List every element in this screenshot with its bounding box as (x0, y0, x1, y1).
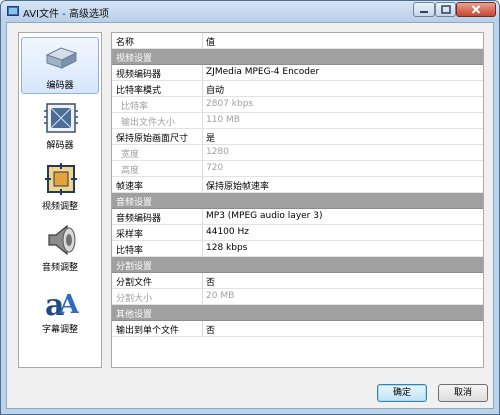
column-divider (202, 321, 203, 337)
sidebar-label-subtitle-adjust: 字幕调整 (41, 325, 78, 335)
category-label: 其他设置 (116, 310, 153, 320)
category-label: 分割设置 (116, 262, 153, 272)
column-divider (202, 81, 203, 97)
category-audio-settings[interactable]: 音频设置 (112, 193, 483, 209)
title-bar[interactable]: AVI文件 - 高级选项 (1, 1, 499, 22)
dialog-body: 编码器 解码器 视频调整 音频调整 a A 字幕调整 名称 值 视频设置 视频编… (6, 22, 494, 409)
property-row[interactable]: 视频编码器 ZJMedia MPEG-4 Encoder (112, 65, 483, 81)
property-value: 20 MB (206, 291, 235, 301)
category-sidebar: 编码器 解码器 视频调整 音频调整 a A 字幕调整 (18, 32, 102, 368)
minimize-icon (420, 10, 428, 13)
column-divider (202, 145, 203, 161)
property-name: 音频编码器 (116, 214, 162, 224)
property-row: 高度 720 (112, 161, 483, 177)
encoder-device-icon (45, 47, 78, 69)
video-adjust-icon (45, 163, 77, 195)
property-value[interactable]: 否 (206, 275, 215, 288)
app-icon (7, 6, 19, 16)
cancel-button[interactable]: 取消 (438, 384, 488, 402)
property-value: 110 MB (206, 115, 240, 125)
subtitle-font-icon: a A (45, 288, 79, 319)
property-name: 输出文件大小 (121, 118, 176, 128)
column-divider (202, 177, 203, 193)
property-row: 输出文件大小 110 MB (112, 113, 483, 129)
column-divider (202, 225, 203, 241)
column-divider (202, 209, 203, 225)
column-divider (202, 97, 203, 113)
close-button[interactable] (456, 2, 496, 17)
column-divider (202, 273, 203, 289)
sidebar-label-encoder: 编码器 (46, 81, 74, 91)
property-name: 宽度 (121, 150, 140, 160)
property-name: 保持原始画面尺寸 (116, 134, 189, 144)
property-value[interactable]: 是 (206, 131, 215, 144)
property-name: 视频编码器 (116, 70, 162, 80)
column-divider (202, 241, 203, 257)
property-name: 分割大小 (116, 294, 153, 304)
property-row[interactable]: 音频编码器 MP3 (MPEG audio layer 3) (112, 209, 483, 225)
property-name: 比特率模式 (116, 86, 162, 96)
property-row[interactable]: 帧速率 保持原始帧速率 (112, 177, 483, 193)
property-value[interactable]: ZJMedia MPEG-4 Encoder (206, 67, 319, 77)
maximize-button[interactable] (435, 2, 456, 17)
category-video-settings[interactable]: 视频设置 (112, 49, 483, 65)
sidebar-item-encoder[interactable]: 编码器 (21, 37, 99, 94)
sidebar-label-video-adjust: 视频调整 (41, 202, 78, 212)
property-value[interactable]: 否 (206, 323, 215, 336)
property-row[interactable]: 保持原始画面尺寸 是 (112, 129, 483, 145)
property-name: 分割文件 (116, 278, 153, 288)
property-row: 比特率 2807 kbps (112, 97, 483, 113)
decoder-chip-icon (44, 103, 78, 133)
property-grid: 名称 值 视频设置 视频编码器 ZJMedia MPEG-4 Encoder 比… (111, 32, 484, 368)
sidebar-item-decoder[interactable]: 解码器 (21, 97, 99, 154)
dialog-window: AVI文件 - 高级选项 编码器 解码器 视频调整 音频调整 a A 字幕调整 … (0, 0, 500, 415)
property-value[interactable]: 自动 (206, 83, 224, 96)
sidebar-item-subtitle-adjust[interactable]: a A 字幕调整 (21, 281, 99, 338)
property-name: 比特率 (116, 246, 144, 256)
property-row[interactable]: 采样率 44100 Hz (112, 225, 483, 241)
category-split-settings[interactable]: 分割设置 (112, 257, 483, 273)
column-divider (202, 289, 203, 305)
category-label: 音频设置 (116, 198, 153, 208)
property-row[interactable]: 输出到单个文件 否 (112, 321, 483, 337)
speaker-icon (48, 224, 76, 256)
property-value[interactable]: 保持原始帧速率 (206, 179, 269, 192)
close-icon (471, 5, 481, 14)
sidebar-item-audio-adjust[interactable]: 音频调整 (21, 219, 99, 276)
sidebar-label-decoder: 解码器 (46, 141, 74, 151)
column-divider (202, 129, 203, 145)
property-value[interactable]: 128 kbps (206, 243, 247, 253)
category-other-settings[interactable]: 其他设置 (112, 305, 483, 321)
svg-text:A: A (58, 290, 79, 319)
column-header-value: 值 (206, 38, 216, 48)
property-name: 比特率 (121, 102, 149, 112)
column-divider (202, 65, 203, 81)
sidebar-item-video-adjust[interactable]: 视频调整 (21, 158, 99, 215)
property-row[interactable]: 比特率模式 自动 (112, 81, 483, 97)
window-title: AVI文件 - 高级选项 (23, 9, 109, 20)
property-value: 720 (206, 163, 224, 173)
property-value: 1280 (206, 147, 229, 157)
property-row: 分割大小 20 MB (112, 289, 483, 305)
property-name: 输出到单个文件 (116, 326, 180, 336)
property-value[interactable]: MP3 (MPEG audio layer 3) (206, 211, 322, 221)
column-header-name: 名称 (116, 38, 135, 48)
property-row: 宽度 1280 (112, 145, 483, 161)
maximize-icon (440, 5, 451, 14)
property-name: 帧速率 (116, 182, 144, 192)
column-divider (202, 113, 203, 129)
property-row[interactable]: 分割文件 否 (112, 273, 483, 289)
minimize-button[interactable] (413, 2, 435, 17)
property-value[interactable]: 44100 Hz (206, 227, 249, 237)
property-name: 高度 (121, 166, 140, 176)
property-value: 2807 kbps (206, 99, 254, 109)
sidebar-label-audio-adjust: 音频调整 (41, 263, 78, 273)
column-divider (202, 33, 203, 49)
ok-button[interactable]: 确定 (377, 384, 427, 402)
property-row[interactable]: 比特率 128 kbps (112, 241, 483, 257)
property-name: 采样率 (116, 230, 144, 240)
grid-header-row: 名称 值 (112, 33, 483, 49)
column-divider (202, 161, 203, 177)
category-label: 视频设置 (116, 54, 153, 64)
